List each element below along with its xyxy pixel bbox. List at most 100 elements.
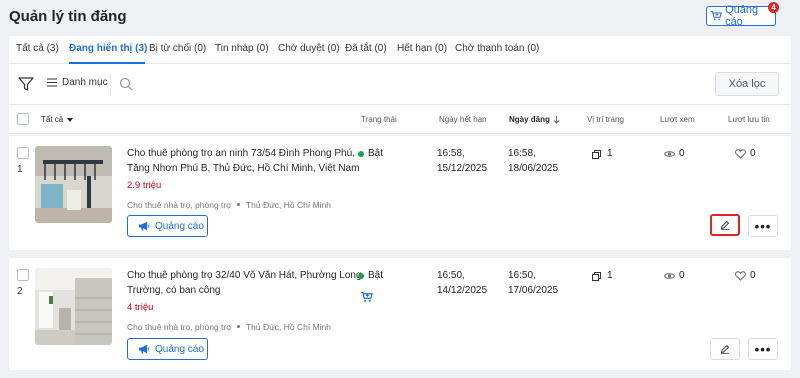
- tab-awaiting-payment[interactable]: Chờ thanh toán (0): [455, 43, 539, 54]
- column-expiry[interactable]: Ngày hết hạn: [439, 115, 487, 124]
- page-position: 1: [592, 148, 613, 159]
- column-posted[interactable]: Ngày đăng: [509, 115, 560, 124]
- listing-thumbnail[interactable]: [35, 146, 112, 223]
- category-label: Danh mục: [62, 77, 108, 88]
- position-value: 1: [607, 270, 613, 281]
- views-value: 0: [679, 148, 685, 159]
- location-text: Thủ Đức, Hồ Chí Minh: [245, 322, 332, 332]
- views-value: 0: [679, 270, 685, 281]
- listing-price: 4 triệu: [127, 302, 154, 313]
- page-title: Quản lý tin đăng: [9, 8, 127, 25]
- heart-icon: [735, 270, 746, 281]
- location-text: Thủ Đức, Hồ Chí Minh: [245, 200, 332, 210]
- separator-dot: [236, 203, 240, 207]
- pencil-icon: [720, 344, 730, 354]
- expiry-time-text: 16:58,: [437, 148, 465, 159]
- expiry-date-text: 15/12/2025: [437, 163, 488, 174]
- column-all[interactable]: Tất cả: [41, 115, 74, 124]
- status-indicator[interactable]: Bật: [358, 270, 383, 281]
- tab-displaying[interactable]: Đang hiển thị (3): [69, 43, 147, 54]
- filter-icon[interactable]: [18, 76, 34, 92]
- view-count: 0: [664, 270, 685, 281]
- category-button[interactable]: Danh mục: [47, 77, 108, 88]
- advertise-listing-button[interactable]: Quảng cáo: [127, 215, 208, 237]
- status-dot: [358, 150, 364, 157]
- saves-value: 0: [750, 270, 756, 281]
- ellipsis-icon: •••: [754, 218, 772, 234]
- column-all-label: Tất cả: [41, 115, 64, 124]
- pencil-icon: [720, 220, 730, 230]
- posted-date: 16:50, 17/06/2025: [508, 268, 558, 298]
- save-count: 0: [735, 270, 756, 281]
- tab-disabled[interactable]: Đã tắt (0): [345, 43, 387, 54]
- column-posted-label: Ngày đăng: [509, 115, 550, 124]
- eye-icon: [664, 150, 675, 157]
- toolbar-divider: [110, 74, 111, 94]
- separator-dot: [236, 325, 240, 329]
- search-icon[interactable]: [119, 77, 133, 91]
- listing-row: 2 Cho thuê phòng trọ 32/40 Võ Văn Hát, P…: [9, 258, 791, 370]
- status-text: Bật: [368, 270, 384, 281]
- cart-plus-icon[interactable]: [360, 291, 373, 303]
- heart-icon: [735, 148, 746, 159]
- status-indicator[interactable]: Bật: [358, 148, 383, 159]
- posted-date-text: 17/06/2025: [508, 285, 559, 296]
- caret-down-icon: [67, 117, 74, 122]
- listing-thumbnail[interactable]: [35, 268, 112, 345]
- advertise-listing-button[interactable]: Quảng cáo: [127, 338, 208, 360]
- megaphone-icon: [139, 221, 149, 231]
- row-number: 2: [17, 286, 23, 297]
- tab-rejected[interactable]: Bị từ chối (0): [149, 43, 206, 54]
- more-options-button[interactable]: •••: [748, 215, 778, 237]
- filter-toolbar: Danh mục Xóa lọc: [9, 64, 791, 104]
- page-header: Quản lý tin đăng Quảng cáo 4: [0, 0, 800, 36]
- listing-category: Cho thuê nhà trọ, phòng trọ Thủ Đức, Hồ C…: [127, 322, 331, 332]
- page-position: 1: [592, 270, 613, 281]
- listing-price: 2.9 triệu: [127, 180, 162, 191]
- pages-icon: [592, 149, 601, 159]
- more-options-button[interactable]: •••: [748, 338, 778, 360]
- column-views: Lượt xem: [660, 115, 695, 124]
- megaphone-icon: [139, 344, 149, 354]
- edit-button[interactable]: [710, 338, 740, 360]
- status-tabs: Tất cả (3) Đang hiển thị (3) Bị từ chối …: [9, 36, 791, 64]
- column-position: Vị trí trang: [587, 115, 624, 124]
- tab-all[interactable]: Tất cả (3): [16, 43, 59, 54]
- category-text: Cho thuê nhà trọ, phòng trọ: [127, 322, 231, 332]
- posted-time-text: 16:58,: [508, 148, 536, 159]
- listing-row: 1 Cho thuê phòng trọ an ninh 73/54 Đình …: [9, 136, 791, 250]
- listing-title[interactable]: Cho thuê phòng trọ an ninh 73/54 Đình Ph…: [127, 146, 362, 176]
- tab-expired[interactable]: Hết hạn (0): [397, 43, 447, 54]
- expiry-date: 16:50, 14/12/2025: [437, 268, 487, 298]
- category-text: Cho thuê nhà trọ, phòng trọ: [127, 200, 231, 210]
- select-all-checkbox[interactable]: [17, 113, 29, 125]
- advertise-button[interactable]: Quảng cáo: [706, 4, 776, 28]
- saves-value: 0: [750, 148, 756, 159]
- expiry-time-text: 16:50,: [437, 270, 465, 281]
- notification-badge: 4: [768, 2, 779, 13]
- cart-plus-icon: [710, 11, 722, 21]
- advertise-listing-label: Quảng cáo: [155, 220, 204, 232]
- row-number: 1: [17, 164, 23, 175]
- position-value: 1: [607, 148, 613, 159]
- expiry-date: 16:58, 15/12/2025: [437, 146, 487, 176]
- column-saves: Lượt lưu tin: [728, 115, 770, 124]
- listing-title[interactable]: Cho thuê phòng trọ 32/40 Võ Văn Hát, Phư…: [127, 268, 362, 298]
- posted-time-text: 16:50,: [508, 270, 536, 281]
- advertise-listing-label: Quảng cáo: [155, 343, 204, 355]
- menu-icon: [47, 78, 57, 87]
- tab-pending[interactable]: Chờ duyệt (0): [278, 43, 340, 54]
- clear-filter-button[interactable]: Xóa lọc: [715, 72, 779, 96]
- tab-draft[interactable]: Tin nháp (0): [215, 43, 269, 54]
- column-status: Trạng thái: [361, 115, 397, 124]
- status-dot: [358, 272, 364, 279]
- row-checkbox[interactable]: [17, 147, 29, 159]
- table-header: Tất cả Trạng thái Ngày hết hạn Ngày đăng…: [9, 104, 791, 134]
- view-count: 0: [664, 148, 685, 159]
- expiry-date-text: 14/12/2025: [437, 285, 488, 296]
- posted-date: 16:58, 18/06/2025: [508, 146, 558, 176]
- row-checkbox[interactable]: [17, 269, 29, 281]
- eye-icon: [664, 272, 675, 279]
- save-count: 0: [735, 148, 756, 159]
- edit-button[interactable]: [710, 214, 740, 236]
